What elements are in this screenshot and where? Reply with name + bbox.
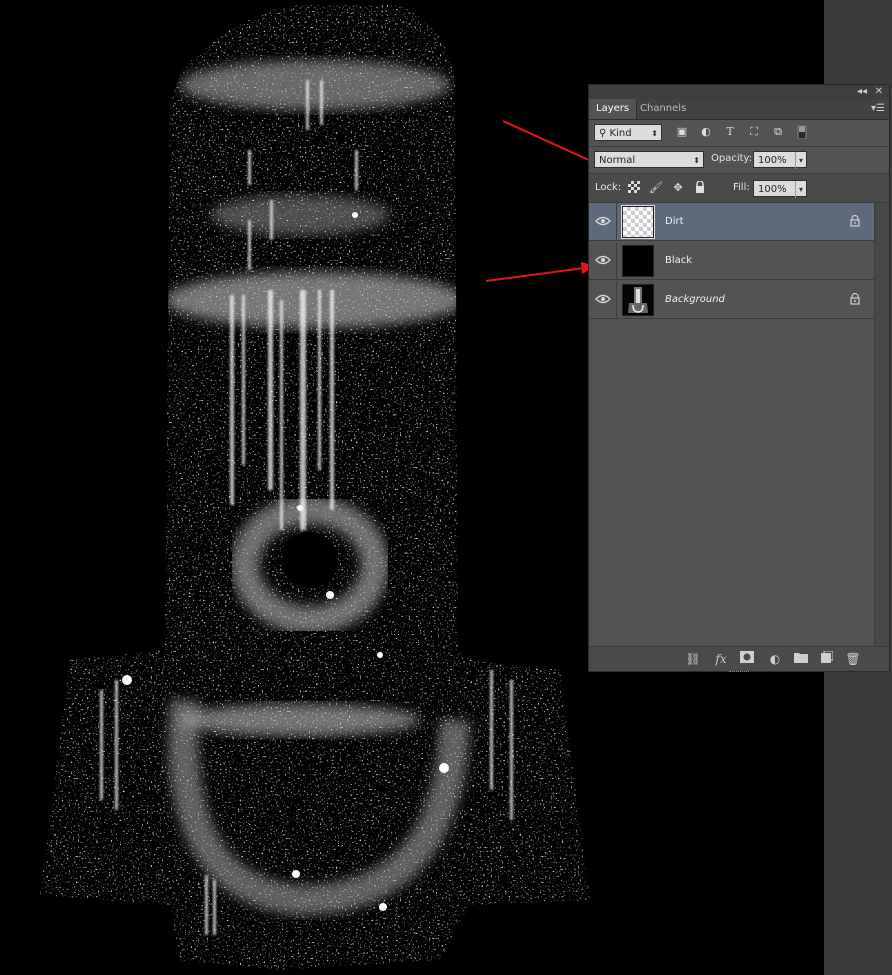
close-panel-icon[interactable]: ✕: [875, 85, 883, 99]
fx-icon[interactable]: fx: [713, 651, 729, 667]
row-divider: [616, 281, 617, 319]
layer-filter-row: ⚲ Kind ⬍ ▣ ◐ T ⛶ ⧉: [589, 120, 889, 147]
layer-row-background[interactable]: Background: [589, 281, 875, 319]
collapse-panel-icon[interactable]: ◂◂: [857, 85, 867, 99]
layer-name[interactable]: Background: [665, 294, 725, 305]
fill-value: 100%: [758, 184, 787, 195]
panel-bottom-toolbar: ⛓ fx ◐ 🗑: [589, 646, 889, 672]
row-divider: [616, 242, 617, 280]
layer-row-dirt[interactable]: Dirt: [589, 203, 875, 241]
search-icon: ⚲: [599, 128, 610, 139]
visibility-eye-icon[interactable]: [595, 293, 611, 305]
layer-thumbnail-image: [622, 284, 654, 316]
filter-toggle-icon[interactable]: [795, 124, 809, 140]
adjustment-layer-icon[interactable]: ◐: [767, 651, 783, 667]
dropdown-arrow-icon: ⬍: [693, 156, 700, 165]
visibility-eye-icon[interactable]: [595, 215, 611, 227]
panel-menu-icon[interactable]: ▾☰: [871, 103, 885, 114]
layers-panel: ◂◂ ✕ Layers Channels ▾☰ ⚲ Kind ⬍ ▣ ◐ T ⛶…: [588, 84, 890, 672]
artwork-shape: [40, 5, 590, 970]
panel-tab-bar: Layers Channels ▾☰: [589, 99, 889, 120]
new-layer-icon[interactable]: [819, 650, 835, 667]
opacity-value: 100%: [758, 155, 787, 166]
kind-filter-label: Kind: [609, 128, 632, 139]
fill-field[interactable]: 100% ▾: [753, 180, 807, 198]
dropdown-arrow-icon: ⬍: [651, 129, 658, 138]
opacity-field[interactable]: 100% ▾: [753, 151, 807, 169]
layer-row-black[interactable]: Black: [589, 242, 875, 280]
type-filter-icon[interactable]: T: [723, 125, 737, 139]
lock-transparent-icon[interactable]: [627, 181, 641, 195]
layer-name[interactable]: Dirt: [665, 216, 684, 227]
layer-name[interactable]: Black: [665, 255, 692, 266]
lock-position-icon[interactable]: ✥: [671, 181, 685, 195]
pixel-filter-icon[interactable]: ▣: [675, 125, 689, 139]
lock-image-icon[interactable]: 🖌: [649, 181, 663, 195]
layer-lock-icon: [850, 293, 860, 305]
chevron-down-icon[interactable]: ▾: [794, 152, 803, 169]
blend-mode-row: Normal ⬍ Opacity: 100% ▾: [589, 147, 889, 174]
panel-resize-grip[interactable]: [729, 671, 749, 675]
tab-channels[interactable]: Channels: [633, 99, 693, 119]
tab-layers[interactable]: Layers: [589, 99, 638, 119]
blend-mode-dropdown[interactable]: Normal ⬍: [594, 151, 704, 168]
add-mask-icon[interactable]: [739, 651, 755, 667]
layer-thumbnail-black: [622, 245, 654, 277]
delete-layer-icon[interactable]: 🗑: [845, 651, 861, 667]
layers-scrollbar[interactable]: [874, 203, 889, 647]
panel-title-bar: ◂◂ ✕: [589, 85, 889, 99]
chevron-down-icon[interactable]: ▾: [794, 181, 803, 198]
opacity-label: Opacity:: [711, 153, 753, 164]
new-group-icon[interactable]: [793, 651, 809, 667]
layer-thumbnail-transparent: [621, 205, 655, 239]
fill-label: Fill:: [733, 182, 750, 193]
adjustment-filter-icon[interactable]: ◐: [699, 125, 713, 139]
smart-object-filter-icon[interactable]: ⧉: [771, 125, 785, 139]
link-layers-icon[interactable]: ⛓: [685, 651, 701, 667]
shape-filter-icon[interactable]: ⛶: [747, 125, 761, 139]
lock-label: Lock:: [595, 182, 622, 193]
lock-all-icon[interactable]: [693, 180, 707, 195]
kind-filter-dropdown[interactable]: ⚲ Kind ⬍: [594, 124, 662, 141]
row-divider: [616, 203, 617, 241]
layer-lock-icon: [850, 215, 860, 227]
blend-mode-value: Normal: [599, 155, 636, 166]
visibility-eye-icon[interactable]: [595, 254, 611, 266]
lock-row: Lock: 🖌 ✥ Fill: 100% ▾: [589, 174, 889, 203]
